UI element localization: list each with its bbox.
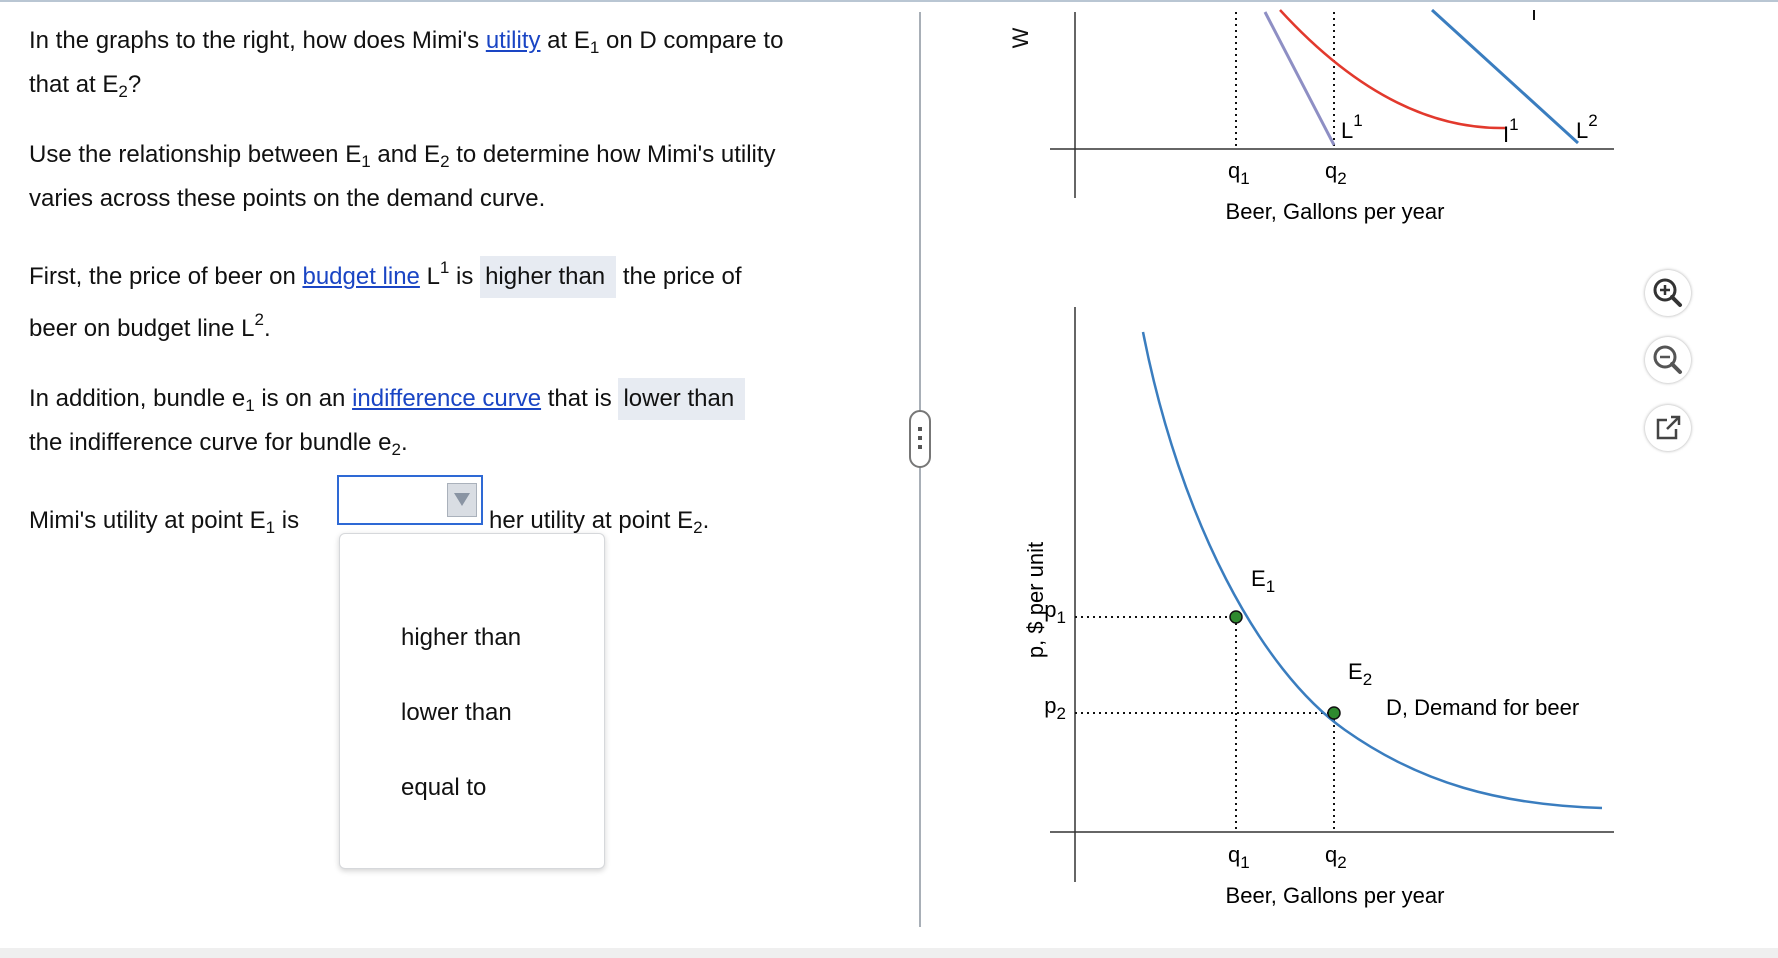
graphs-area: W L1 I1 L2 q1 q2 Beer, Gallons per year … [1008, 8, 1614, 908]
zoom-out-button[interactable] [1645, 337, 1691, 383]
zoom-out-icon [1653, 345, 1682, 374]
e1-label: E1 [1251, 566, 1275, 596]
indifference-curve-i1 [1279, 9, 1506, 130]
bottom-graph: p, $ per unit E1 E2 D, Demand for beer p… [1023, 307, 1614, 908]
popout-button[interactable] [1645, 405, 1691, 451]
top-q1-label: q1 [1228, 158, 1250, 188]
top-q2-label: q2 [1325, 158, 1347, 188]
top-l1-label: L1 [1341, 111, 1363, 143]
top-i1-label: I1 [1503, 115, 1519, 147]
bottom-q1-label: q1 [1228, 842, 1250, 872]
e2-label: E2 [1348, 659, 1372, 689]
bottom-q2-label: q2 [1325, 842, 1347, 872]
demand-label: D, Demand for beer [1386, 695, 1579, 720]
popout-icon [1656, 415, 1681, 440]
top-xaxis-label: Beer, Gallons per year [1226, 199, 1445, 224]
bottom-xaxis-label: Beer, Gallons per year [1226, 883, 1445, 908]
bottom-bar [0, 948, 1778, 958]
top-graph: W L1 I1 L2 q1 q2 Beer, Gallons per year [1008, 8, 1614, 224]
top-graph-ylabel: W [1008, 27, 1033, 48]
demand-curve [1141, 331, 1603, 810]
zoom-in-icon [1653, 278, 1682, 307]
p2-label: p2 [1044, 693, 1066, 723]
point-e1 [1229, 610, 1243, 624]
zoom-in-button[interactable] [1645, 270, 1691, 316]
point-e2 [1327, 706, 1341, 720]
top-l2-label: L2 [1576, 111, 1598, 143]
